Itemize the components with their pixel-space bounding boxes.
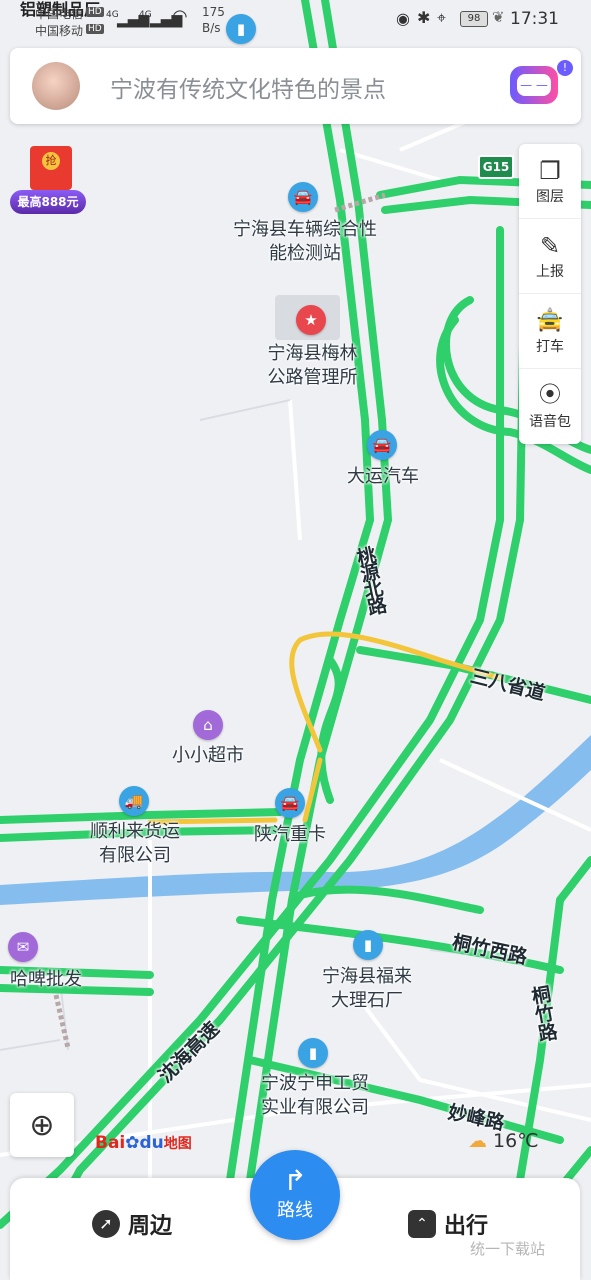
car-service-icon[interactable]: 🚘 xyxy=(288,182,318,212)
red-packet-icon: 抢 xyxy=(30,146,72,190)
crosshair-icon: ⊕ xyxy=(29,1107,55,1143)
shopping-bag-icon[interactable]: ✉ xyxy=(8,932,38,962)
eye-icon: ◉ xyxy=(396,9,410,28)
logo-du: du xyxy=(139,1133,164,1153)
locate-button[interactable]: ⊕ xyxy=(10,1093,74,1157)
bluetooth-icon: ✱ xyxy=(417,8,431,27)
travel-button[interactable]: ⌃ 出行 xyxy=(408,1208,488,1240)
baidu-map-logo: Bai✿du地图 xyxy=(95,1133,192,1153)
poi-label[interactable]: 宁波宁申工贸 实业有限公司 xyxy=(240,1072,390,1120)
tool-label: 上报 xyxy=(536,264,564,280)
avatar[interactable] xyxy=(32,62,80,110)
promo-label: 最高888元 xyxy=(10,190,86,214)
weather-widget[interactable]: ☁ 16℃ xyxy=(468,1130,539,1152)
operator-1: 中国电信 xyxy=(35,7,84,21)
compass-icon: ➚ xyxy=(92,1210,120,1238)
route-arrow-icon: ↱ xyxy=(283,1164,307,1197)
travel-label: 出行 xyxy=(444,1214,489,1239)
weather-temp: 16℃ xyxy=(493,1130,539,1152)
truck-icon[interactable]: 🚚 xyxy=(119,786,149,816)
poi-label[interactable]: 宁海县梅林 公路管理所 xyxy=(240,342,385,390)
highway-shield: G15 xyxy=(478,155,514,179)
poi-label[interactable]: 宁海县福来 大理石厂 xyxy=(302,965,432,1013)
search-input[interactable]: 宁波有传统文化特色的景点 xyxy=(110,70,386,104)
leaf-icon: ❦ xyxy=(492,8,505,26)
travel-icon: ⌃ xyxy=(408,1210,436,1238)
operator-2: 中国移动 xyxy=(35,24,84,38)
car-service-icon[interactable]: 🚘 xyxy=(367,430,397,460)
clock: 17:31 xyxy=(510,9,559,29)
poi-label[interactable]: 哈啤批发 xyxy=(0,968,92,992)
tool-layers[interactable]: ❐ 图层 xyxy=(519,144,581,219)
edit-report-icon: ✎ xyxy=(539,232,561,260)
battery-icon: 98 xyxy=(460,11,488,27)
poi-label[interactable]: 大运汽车 xyxy=(330,465,436,489)
nearby-button[interactable]: ➚ 周边 xyxy=(92,1208,172,1240)
tool-taxi[interactable]: 🚖 打车 xyxy=(519,294,581,369)
poi-label[interactable]: 小小超市 xyxy=(160,744,256,768)
logo-bai: Bai xyxy=(95,1133,126,1153)
nearby-label: 周边 xyxy=(128,1214,173,1239)
notification-badge: ! xyxy=(557,60,573,76)
logo-suffix: 地图 xyxy=(163,1136,192,1152)
building-icon[interactable]: ▮ xyxy=(298,1038,328,1068)
tool-label: 图层 xyxy=(536,189,564,205)
tool-report[interactable]: ✎ 上报 xyxy=(519,219,581,294)
status-bar: 铝塑制品厂 中国电信 HD 中国移动 HD 4G ▂▄▆ 4G ▂▄▆ ◠ 17… xyxy=(0,0,591,42)
cloudy-sun-icon: ☁ xyxy=(468,1130,487,1152)
car-service-icon[interactable]: 🚘 xyxy=(275,788,305,818)
assistant-icon[interactable]: — — xyxy=(510,66,558,104)
wifi-icon: ◠ xyxy=(172,6,188,27)
layers-icon: ❐ xyxy=(539,157,561,185)
hd-badge-1: HD xyxy=(86,7,104,17)
basket-icon[interactable]: ⌂ xyxy=(193,710,223,740)
red-packet-promo[interactable]: 抢 最高888元 xyxy=(10,146,86,216)
tool-label: 语音包 xyxy=(529,414,571,430)
search-bar[interactable]: 宁波有传统文化特色的景点 — — ! xyxy=(10,48,581,124)
map-tools: ❐ 图层 ✎ 上报 🚖 打车 ⦿ 语音包 xyxy=(519,144,581,444)
poi-label[interactable]: 宁海县车辆综合性 能检测站 xyxy=(220,218,390,266)
voice-pack-icon: ⦿ xyxy=(538,383,561,408)
star-pin-icon[interactable]: ★ xyxy=(296,305,326,335)
location-icon: ⌖ xyxy=(437,8,447,27)
watermark: 统一下载站 xyxy=(470,1240,546,1258)
red-packet-char: 抢 xyxy=(42,152,60,170)
tool-voice-pack[interactable]: ⦿ 语音包 xyxy=(519,369,581,443)
tool-label: 打车 xyxy=(536,339,564,355)
hd-badge-2: HD xyxy=(86,24,104,34)
building-icon[interactable]: ▮ xyxy=(353,930,383,960)
net-speed-unit: B/s xyxy=(202,21,221,35)
building-pin-top[interactable]: ▮ xyxy=(226,14,256,44)
route-label: 路线 xyxy=(277,1200,313,1221)
paw-icon: ✿ xyxy=(125,1133,140,1153)
route-button[interactable]: ↱ 路线 xyxy=(250,1150,340,1240)
taxi-icon: 🚖 xyxy=(536,308,564,333)
net-speed-value: 175 xyxy=(202,5,225,19)
poi-label[interactable]: 顺利来货运 有限公司 xyxy=(70,820,200,868)
poi-label[interactable]: 陕汽重卡 xyxy=(240,823,340,847)
